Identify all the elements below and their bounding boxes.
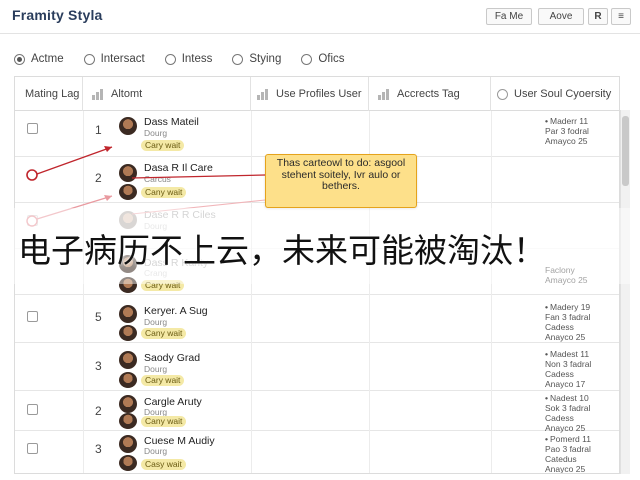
avatar xyxy=(119,117,137,135)
person-subtitle: Dourg xyxy=(144,317,168,327)
column-header-altomt[interactable]: Altomt xyxy=(83,77,251,111)
radio-stying[interactable]: Stying xyxy=(232,53,281,65)
avatar xyxy=(119,325,137,341)
avatar xyxy=(119,305,137,323)
person-name[interactable]: Keryer. A Sug xyxy=(144,305,208,317)
status-tag: Cany wait xyxy=(141,328,187,339)
soul-details: • Pomerd 11 Pao 3 fadral Catedus Anayco 2… xyxy=(545,434,591,474)
radio-icon xyxy=(232,53,244,65)
status-tag: Cary wait xyxy=(141,140,185,151)
radio-icon xyxy=(83,53,95,65)
soul-details: • Madery 19 Fan 3 fadral Cadess Anayco 25 xyxy=(545,302,591,342)
table-header: Mating Lag Altomt Use Profiles User Accr… xyxy=(15,77,619,111)
column-divider xyxy=(83,111,84,473)
header-button-r[interactable]: R xyxy=(588,8,608,25)
radio-selected-icon xyxy=(14,53,25,65)
status-tag: Cany wait xyxy=(141,416,187,427)
soul-details: • Madest 11 Non 3 fadral Cadess Anayco 17 xyxy=(545,349,592,389)
filter-radio-group: Actme Intersact Intess Stying Ofics xyxy=(14,52,365,66)
avatar xyxy=(119,164,137,182)
row-number: 2 xyxy=(95,404,102,418)
bar-chart-icon xyxy=(92,88,106,100)
person-subtitle: Carcus xyxy=(144,174,171,184)
table-row[interactable]: 2 Cargle Aruty Dourg Cany wait • Nadest 1… xyxy=(15,391,619,433)
app-title: Framity Styla xyxy=(12,7,103,23)
radio-icon xyxy=(301,53,313,65)
column-header-mating-lag[interactable]: Mating Lag xyxy=(15,77,83,111)
table-row[interactable]: 1 Dass Mateil Dourg Cary wait • Maderr 11… xyxy=(15,111,619,157)
column-header-accrects-tag[interactable]: Accrects Tag xyxy=(369,77,491,111)
column-header-user-soul[interactable]: User Soul Cyoersity xyxy=(491,77,619,111)
row-number: 1 xyxy=(95,123,102,137)
avatar xyxy=(119,395,137,413)
avatar xyxy=(119,351,137,369)
soul-details: • Maderr 11 Par 3 fodral Amayco 25 xyxy=(545,116,589,146)
person-name[interactable]: Dass Mateil xyxy=(144,116,199,128)
radio-intersact[interactable]: Intersact xyxy=(83,53,145,65)
status-tag: Casy wait xyxy=(141,459,186,470)
person-name[interactable]: Dasa R Il Care xyxy=(144,162,213,174)
table-row[interactable]: 3 Cuese M Audiy Dourg Casy wait • Pomerd … xyxy=(15,431,619,474)
radio-intess[interactable]: Intess xyxy=(164,53,212,65)
person-subtitle: Dourg xyxy=(144,446,168,456)
row-checkbox[interactable] xyxy=(27,123,38,134)
soul-details: • Nadest 10 Sok 3 fadral Cadess Anayco 25 xyxy=(545,393,591,433)
header-button-aove[interactable]: Aove xyxy=(538,8,584,25)
table-row[interactable]: 3 Saody Grad Dourg Cary wait • Madest 11 … xyxy=(15,343,619,391)
avatar xyxy=(119,413,137,429)
bar-chart-icon xyxy=(257,88,271,100)
header-button-fame[interactable]: Fa Me xyxy=(486,8,532,25)
bar-chart-icon xyxy=(378,88,392,100)
menu-icon[interactable]: ≡ xyxy=(611,8,631,25)
scrollbar-thumb[interactable] xyxy=(622,116,629,186)
row-number: 5 xyxy=(95,310,102,324)
status-tag: Cany wait xyxy=(141,187,187,198)
avatar xyxy=(119,372,137,388)
vertical-scrollbar[interactable] xyxy=(620,110,630,474)
row-checkbox[interactable] xyxy=(27,404,38,415)
person-name[interactable]: Saody Grad xyxy=(144,352,200,364)
row-number: 3 xyxy=(95,359,102,373)
app-header: Framity Styla Fa Me Aove R ≡ xyxy=(0,0,640,34)
column-divider xyxy=(491,111,492,473)
avatar xyxy=(119,455,137,471)
radio-icon xyxy=(164,53,176,65)
radio-actme[interactable]: Actme xyxy=(14,53,64,65)
row-number: 3 xyxy=(95,442,102,456)
person-subtitle: Dourg xyxy=(144,364,168,374)
avatar xyxy=(119,184,137,200)
row-number: 2 xyxy=(95,171,102,185)
row-checkbox[interactable] xyxy=(27,443,38,454)
avatar xyxy=(119,435,137,453)
column-header-use-profiles[interactable]: Use Profiles User xyxy=(251,77,369,111)
row-checkbox[interactable] xyxy=(27,311,38,322)
overlay-caption: 电子病历不上云，未来可能被淘汰！ xyxy=(18,231,546,270)
column-divider xyxy=(251,111,252,473)
radio-ofics[interactable]: Ofics xyxy=(301,53,345,65)
pin-icon xyxy=(497,88,508,100)
person-subtitle: Dourg xyxy=(144,128,168,138)
annotation-callout: Thas carteowl to do: asgool stehent soit… xyxy=(265,154,417,208)
table-row[interactable]: 5 Keryer. A Sug Dourg Cany wait • Madery … xyxy=(15,295,619,343)
status-tag: Cary wait xyxy=(141,375,185,386)
